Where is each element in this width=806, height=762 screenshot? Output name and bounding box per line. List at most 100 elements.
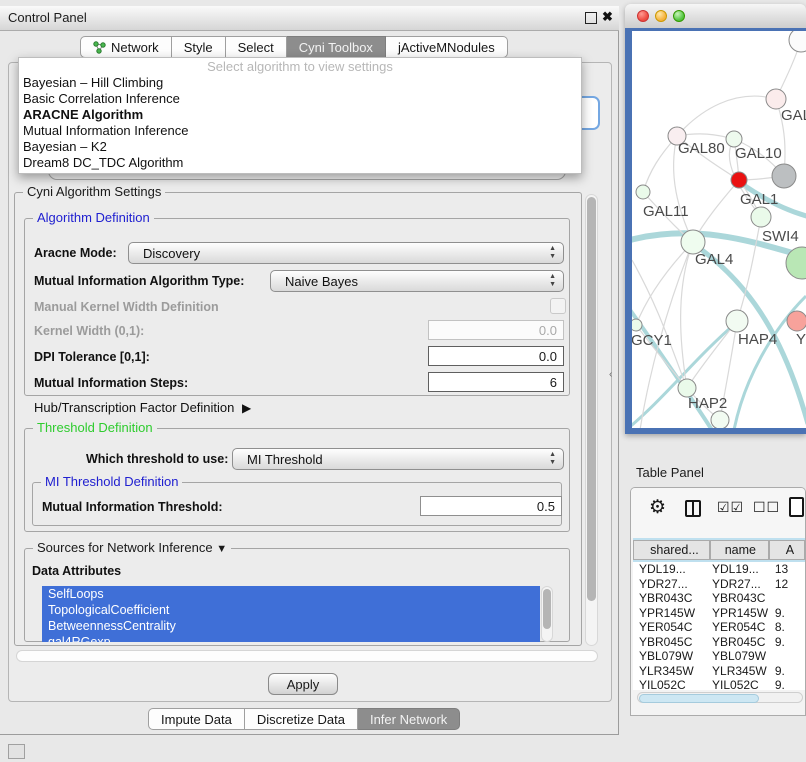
attributes-list-scrollbar[interactable] — [541, 586, 553, 642]
tab-select[interactable]: Select — [226, 36, 287, 58]
table-panel-window: ⚙ ☑☑ ☐☐ shared...nameA YDL19...YDL19...1… — [630, 487, 806, 716]
select-all-checkboxes-icon[interactable]: ☑☑ — [717, 499, 744, 516]
minimize-traffic-light[interactable] — [655, 10, 667, 22]
zoom-traffic-light[interactable] — [673, 10, 685, 22]
cyni-algorithm-settings-title: Cyni Algorithm Settings — [23, 184, 165, 199]
tab-impute-data[interactable]: Impute Data — [148, 708, 245, 730]
new-document-icon[interactable] — [789, 497, 804, 517]
table-cell — [769, 649, 805, 664]
table-horizontal-scrollbar[interactable] — [637, 692, 803, 703]
network-node[interactable] — [751, 207, 771, 227]
algorithm-option-mutual-information-inference[interactable]: Mutual Information Inference — [19, 123, 581, 139]
settings-scrollbar-thumb[interactable] — [587, 197, 596, 601]
manual-kernel-checkbox[interactable] — [550, 298, 566, 314]
kernel-width-label: Kernel Width (0,1): — [34, 324, 144, 338]
apply-button[interactable]: Apply — [268, 673, 338, 695]
tab-discretize-data[interactable]: Discretize Data — [245, 708, 358, 730]
popup-placeholder: Select algorithm to view settings — [19, 58, 581, 75]
close-traffic-light[interactable] — [637, 10, 649, 22]
table-cell: YBR045C — [633, 635, 710, 650]
algorithm-definition-title: Algorithm Definition — [33, 210, 154, 225]
aracne-mode-label: Aracne Mode: — [34, 246, 117, 260]
network-node[interactable] — [632, 319, 642, 331]
data-attributes-list[interactable]: SelfLoopsTopologicalCoefficientBetweenne… — [42, 586, 540, 642]
hub-section-toggle[interactable]: Hub/Transcription Factor Definition ▶ — [34, 400, 247, 415]
network-node[interactable] — [789, 31, 806, 52]
tab-label: Style — [184, 40, 213, 55]
aracne-mode-combobox[interactable]: Discovery ▲▼ — [128, 242, 564, 264]
mi-steps-field[interactable]: 6 — [428, 372, 564, 392]
table-cell: YIL052C — [633, 678, 710, 690]
node-label-gcy1: GCY1 — [632, 332, 672, 349]
kernel-width-field[interactable]: 0.0 — [428, 320, 564, 340]
algorithm-option-bayesian-hill-climbing[interactable]: Bayesian – Hill Climbing — [19, 75, 581, 91]
network-node[interactable] — [711, 411, 729, 428]
network-node[interactable] — [772, 164, 796, 188]
splitter-handle[interactable]: ‹ — [609, 369, 612, 380]
network-node[interactable] — [636, 185, 650, 199]
table-cell: 9. — [769, 635, 805, 650]
split-columns-icon[interactable] — [685, 500, 701, 517]
table-row[interactable]: YIL052CYIL052C9. — [633, 678, 805, 690]
control-panel-title: Control Panel — [8, 10, 87, 25]
network-canvas[interactable]: GALGAL80GAL10GAL1GAL11SWI4GAL4GCY1HAP4YH… — [632, 31, 806, 428]
close-icon[interactable]: ✖ — [602, 9, 613, 25]
table-row[interactable]: YBL079WYBL079W — [633, 649, 805, 664]
attribute-item-selfloops[interactable]: SelfLoops — [42, 586, 540, 602]
table-cell: YDR27... — [710, 577, 769, 592]
tab-label: jActiveMNodules — [398, 40, 495, 55]
network-node[interactable] — [726, 310, 748, 332]
tab-label: Impute Data — [161, 712, 232, 727]
tab-label: Infer Network — [370, 712, 447, 727]
column-header-A[interactable]: A — [769, 540, 805, 560]
table-row[interactable]: YBR043CYBR043C — [633, 591, 805, 606]
table-cell: YER054C — [710, 620, 769, 635]
tab-network[interactable]: Network — [80, 36, 172, 58]
table-row[interactable]: YPR145WYPR145W9. — [633, 606, 805, 621]
network-edge[interactable] — [677, 96, 776, 136]
tab-style[interactable]: Style — [172, 36, 226, 58]
threshold-definition-title: Threshold Definition — [33, 420, 157, 435]
algorithm-option-dream8-dc-tdc-algorithm[interactable]: Dream8 DC_TDC Algorithm — [19, 155, 581, 171]
column-header-name[interactable]: name — [710, 540, 769, 560]
tab-cyni-toolbox[interactable]: Cyni Toolbox — [287, 36, 386, 58]
algorithm-option-aracne-algorithm[interactable]: ARACNE Algorithm — [19, 107, 581, 123]
table-cell: YDR27... — [633, 577, 710, 592]
settings-vertical-scrollbar[interactable] — [585, 194, 598, 646]
table-row[interactable]: YDL19...YDL19...13 — [633, 562, 805, 577]
table-row[interactable]: YLR345WYLR345W9. — [633, 664, 805, 679]
tab-infer-network[interactable]: Infer Network — [358, 708, 460, 730]
network-window: GALGAL80GAL10GAL1GAL11SWI4GAL4GCY1HAP4YH… — [625, 4, 806, 434]
table-cell: YLR345W — [633, 664, 710, 679]
attribute-item-gal4rgexp[interactable]: gal4RGexp — [42, 634, 540, 642]
dpi-tolerance-field[interactable]: 0.0 — [428, 346, 564, 366]
table-cell: 9. — [769, 678, 805, 690]
algorithm-option-basic-correlation-inference[interactable]: Basic Correlation Inference — [19, 91, 581, 107]
network-node[interactable] — [731, 172, 747, 188]
which-threshold-combobox[interactable]: MI Threshold ▲▼ — [232, 448, 564, 470]
mi-threshold-field[interactable]: 0.5 — [420, 496, 562, 516]
gear-icon[interactable]: ⚙ — [649, 496, 666, 519]
float-window-icon[interactable] — [585, 12, 597, 24]
network-edge[interactable] — [643, 136, 677, 192]
column-header-shared-[interactable]: shared... — [633, 540, 710, 560]
attribute-item-topologicalcoefficient[interactable]: TopologicalCoefficient — [42, 602, 540, 618]
sources-group-toggle[interactable]: Sources for Network Inference ▼ — [33, 540, 231, 555]
network-edge[interactable] — [687, 321, 737, 388]
attributes-scrollbar-thumb[interactable] — [543, 589, 551, 629]
attribute-item-betweennesscentrality[interactable]: BetweennessCentrality — [42, 618, 540, 634]
deselect-all-checkboxes-icon[interactable]: ☐☐ — [753, 499, 780, 516]
tab-jactivemnodules[interactable]: jActiveMNodules — [386, 36, 508, 58]
algorithm-option-bayesian-k2[interactable]: Bayesian – K2 — [19, 139, 581, 155]
restore-panel-icon[interactable] — [8, 744, 25, 759]
network-node[interactable] — [787, 311, 806, 331]
sources-group-title: Sources for Network Inference — [37, 540, 213, 555]
table-row[interactable]: YDR27...YDR27...12 — [633, 577, 805, 592]
table-row[interactable]: YBR045CYBR045C9. — [633, 635, 805, 650]
table-cell — [769, 591, 805, 606]
network-node[interactable] — [766, 89, 786, 109]
mi-type-combobox[interactable]: Naive Bayes ▲▼ — [270, 270, 564, 292]
table-row[interactable]: YER054CYER054C8. — [633, 620, 805, 635]
settings-horizontal-scrollbar[interactable] — [16, 650, 598, 662]
table-scrollbar-thumb[interactable] — [639, 694, 759, 703]
